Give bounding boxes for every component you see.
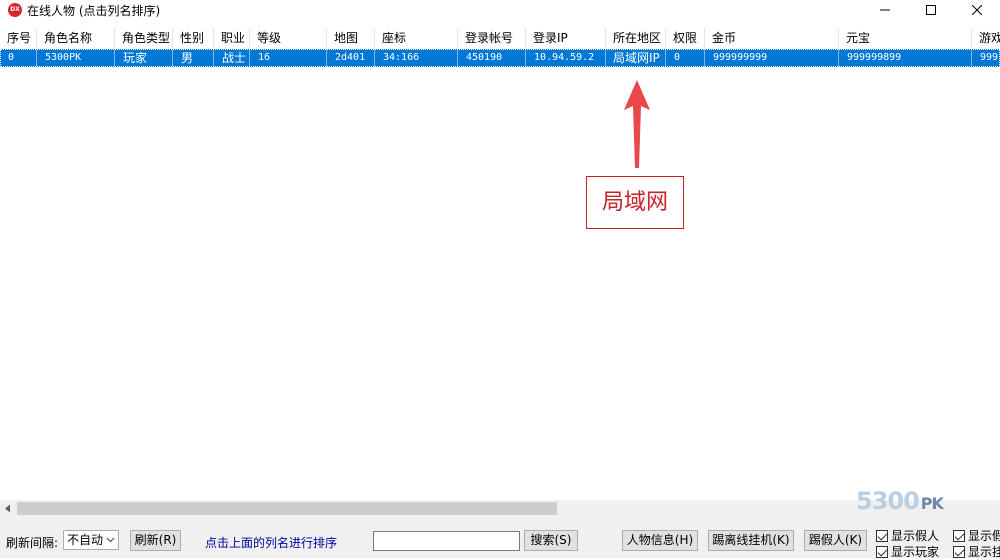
close-button[interactable] (954, 0, 1000, 20)
minimize-icon (880, 9, 890, 11)
cell-game: 999 (980, 52, 999, 63)
cell-role-type: 玩家 (115, 49, 173, 67)
sort-hint: 点击上面的列名进行排序 (205, 536, 338, 550)
show-fake-checkbox[interactable]: 显示假人 (876, 527, 939, 544)
column-header-name[interactable]: 角色名称 (37, 28, 115, 48)
scroll-left-button[interactable] (0, 500, 17, 517)
list-header: 序号 角色名称 角色类型 性别 职业 等级 地图 座标 登录帐号 登录IP 所在… (0, 28, 1000, 48)
cell-yuanbao: 999999899 (839, 49, 972, 67)
annotation-label: 局域网 (586, 176, 684, 229)
chevron-left-icon (5, 504, 10, 513)
cell-permission: 0 (666, 49, 705, 67)
cell-index: 0 (0, 49, 37, 67)
column-header-yuanbao[interactable]: 元宝 (839, 28, 972, 48)
checkbox-checked-icon (953, 545, 965, 558)
horizontal-scrollbar[interactable] (0, 500, 1000, 517)
table-row[interactable]: 0 5300PK 玩家 男 战士 16 2d401 34:166 450190 … (0, 49, 1000, 67)
checkbox-label: 显示假 (968, 529, 1000, 543)
title-bar: DX 在线人物 (点击列名排序) (0, 0, 1000, 20)
cell-gender: 男 (173, 49, 214, 67)
maximize-button[interactable] (908, 0, 954, 20)
watermark-suffix: PK (920, 494, 944, 513)
watermark-logo: 5300 PK (856, 487, 944, 515)
bottom-toolbar: 刷新间隔: 不自动 刷新(R) 点击上面的列名进行排序 搜索(S) 人物信息(H… (0, 517, 1000, 560)
column-header-account[interactable]: 登录帐号 (458, 28, 526, 48)
online-players-list[interactable]: 序号 角色名称 角色类型 性别 职业 等级 地图 座标 登录帐号 登录IP 所在… (0, 28, 1000, 500)
column-header-class[interactable]: 职业 (214, 28, 250, 48)
column-header-level[interactable]: 等级 (250, 28, 327, 48)
checkbox-checked-icon (953, 529, 965, 542)
checkbox-label: 显示玩家 (891, 545, 940, 559)
cell-coords: 34:166 (375, 49, 458, 67)
cell-name: 5300PK (37, 49, 115, 67)
cell-region: 局域网IP (606, 49, 666, 67)
checkbox-checked-icon (876, 529, 888, 542)
column-header-region[interactable]: 所在地区 (606, 28, 666, 48)
search-input[interactable] (373, 531, 520, 551)
cell-account: 450190 (458, 49, 526, 67)
column-header-gender[interactable]: 性别 (173, 28, 214, 48)
cell-login-ip: 10.94.59.2 (526, 49, 606, 67)
refresh-button[interactable]: 刷新(R) (130, 530, 181, 551)
checkbox-label: 显示假人 (891, 529, 940, 543)
column-header-coords[interactable]: 座标 (375, 28, 458, 48)
chevron-down-icon (106, 531, 115, 556)
column-header-permission[interactable]: 权限 (666, 28, 705, 48)
column-header-login-ip[interactable]: 登录IP (526, 28, 606, 48)
column-header-game[interactable]: 游戏 (972, 28, 1000, 48)
show-afk-checkbox[interactable]: 显示挂 (953, 543, 1000, 560)
kick-fake-button[interactable]: 踢假人(K) (804, 530, 867, 551)
column-header-role-type[interactable]: 角色类型 (115, 28, 173, 48)
refresh-interval-label: 刷新间隔: (6, 536, 59, 550)
app-icon: DX (8, 3, 22, 17)
cell-gold: 999999999 (705, 49, 839, 67)
search-button[interactable]: 搜索(S) (524, 530, 578, 551)
watermark-main: 5300 (856, 487, 920, 515)
column-header-map[interactable]: 地图 (327, 28, 375, 48)
kick-afk-button[interactable]: 踢离线挂机(K) (708, 530, 794, 551)
refresh-interval-select[interactable]: 不自动 (63, 530, 119, 550)
show-players-checkbox[interactable]: 显示玩家 (876, 543, 939, 560)
minimize-button[interactable] (862, 0, 908, 20)
cell-level: 16 (250, 49, 327, 67)
cell-class: 战士 (214, 49, 250, 67)
close-icon (972, 5, 982, 15)
cell-map: 2d401 (327, 49, 375, 67)
window-title: 在线人物 (点击列名排序) (27, 4, 161, 18)
checkbox-checked-icon (876, 545, 888, 558)
refresh-interval-value: 不自动 (67, 533, 104, 547)
column-header-index[interactable]: 序号 (0, 28, 37, 48)
checkbox-label: 显示挂 (968, 545, 1000, 559)
annotation-arrow-icon (624, 80, 650, 168)
show-fake-2-checkbox[interactable]: 显示假 (953, 527, 1000, 544)
maximize-icon (926, 5, 936, 15)
player-info-button[interactable]: 人物信息(H) (622, 530, 698, 551)
column-header-gold[interactable]: 金币 (705, 28, 839, 48)
scrollbar-thumb[interactable] (17, 502, 557, 515)
